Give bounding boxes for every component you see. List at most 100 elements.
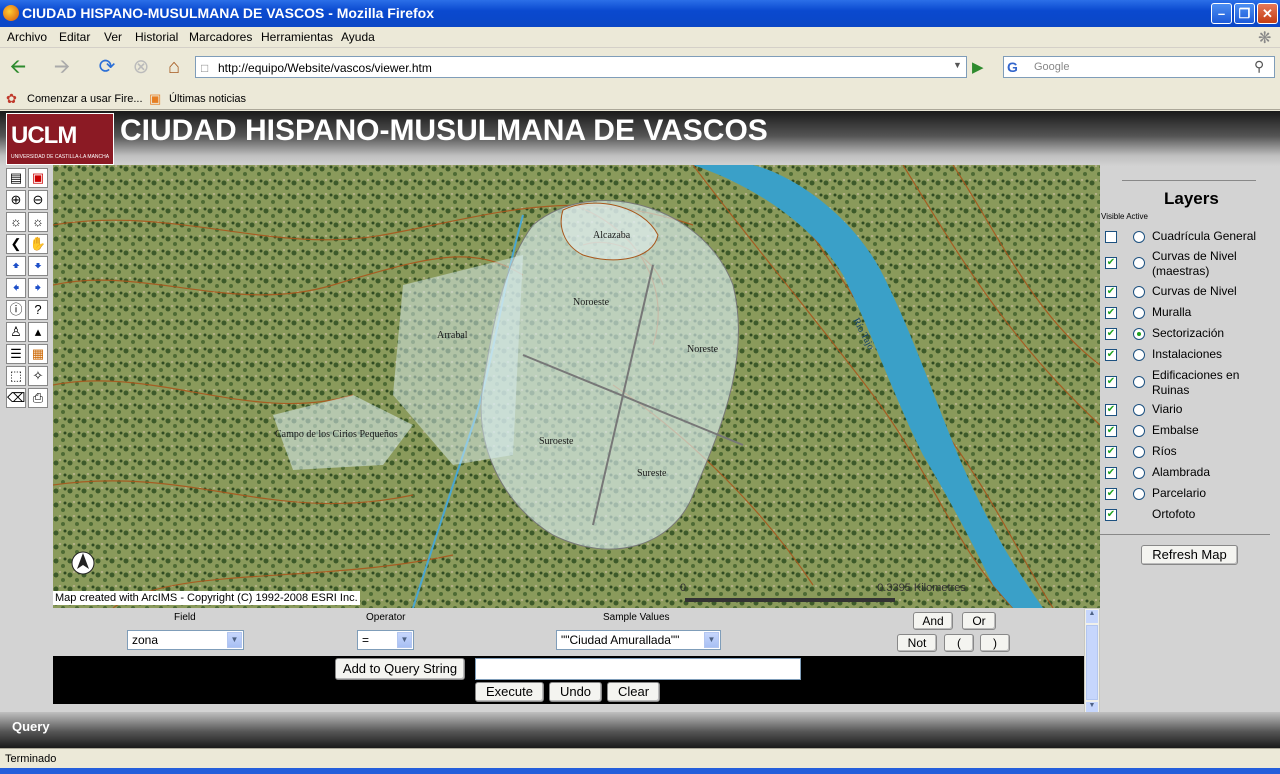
clear-selection-icon[interactable]: ⌫: [6, 388, 26, 408]
select-shape-icon[interactable]: ✧: [28, 366, 48, 386]
layer-active-radio[interactable]: [1133, 257, 1145, 269]
layer-name: Muralla: [1152, 305, 1192, 319]
forward-icon[interactable]: 🡪: [50, 56, 74, 80]
and-button[interactable]: And: [913, 612, 953, 630]
menu-herramientas[interactable]: Herramientas: [261, 30, 333, 44]
layer-visible-checkbox[interactable]: ✔: [1105, 446, 1117, 458]
bookmark-latest-news[interactable]: Últimas noticias: [169, 93, 246, 105]
zoom-active-layer-icon[interactable]: ☼: [28, 212, 48, 232]
buffer-icon[interactable]: ▦: [28, 344, 48, 364]
pan-hand-icon[interactable]: ✋: [28, 234, 48, 254]
menu-archivo[interactable]: Archivo: [7, 30, 47, 44]
layer-active-radio[interactable]: [1133, 488, 1145, 500]
url-dropdown-icon[interactable]: ▼: [953, 60, 962, 70]
url-bar[interactable]: □ http://equipo/Website/vascos/viewer.ht…: [195, 56, 967, 78]
search-icon[interactable]: ⚲: [1254, 58, 1264, 75]
pan-west-icon[interactable]: 🠸: [6, 278, 26, 298]
layer-name: Embalse: [1152, 423, 1199, 437]
layer-active-radio[interactable]: [1133, 231, 1145, 243]
map-label-arrabal: Arrabal: [437, 330, 468, 341]
query-string-input[interactable]: [475, 658, 801, 680]
layer-name: Edificaciones en Ruinas: [1152, 368, 1240, 397]
layer-visible-checkbox[interactable]: [1105, 231, 1117, 243]
close-paren-button[interactable]: ): [980, 634, 1010, 652]
chevron-down-icon: ▼: [704, 632, 719, 648]
layer-visible-checkbox[interactable]: ✔: [1105, 286, 1117, 298]
query-icon[interactable]: ?: [28, 300, 48, 320]
not-button[interactable]: Not: [897, 634, 937, 652]
pan-east-icon[interactable]: 🠺: [28, 278, 48, 298]
maximize-button[interactable]: ❐: [1234, 3, 1255, 24]
layer-visible-checkbox[interactable]: ✔: [1105, 257, 1117, 269]
refresh-map-button[interactable]: Refresh Map: [1141, 545, 1238, 565]
layer-active-radio[interactable]: [1133, 286, 1145, 298]
layer-visible-checkbox[interactable]: ✔: [1105, 467, 1117, 479]
sample-values-select[interactable]: ""Ciudad Amurallada"" ▼: [556, 630, 721, 650]
layer-active-radio[interactable]: [1133, 404, 1145, 416]
full-extent-icon[interactable]: ☼: [6, 212, 26, 232]
layer-visible-checkbox[interactable]: ✔: [1105, 488, 1117, 500]
search-box[interactable]: G Google ⚲: [1003, 56, 1275, 78]
back-icon[interactable]: 🡨: [6, 56, 30, 80]
identify-icon[interactable]: ⓘ: [6, 300, 26, 320]
map-toolbar: ▤ ▣ ⊕ ⊖ ☼ ☼ ❮ ✋ 🠹 🠻 🠸 🠺 ⓘ ? ♙ ▴ ☰ ▦ ⬚ ✧ …: [4, 166, 49, 408]
home-icon[interactable]: ⌂: [162, 56, 186, 80]
execute-button[interactable]: Execute: [475, 682, 544, 702]
field-select[interactable]: zona ▼: [127, 630, 244, 650]
pan-north-icon[interactable]: 🠹: [6, 256, 26, 276]
undo-button[interactable]: Undo: [549, 682, 602, 702]
zoom-last-icon[interactable]: ❮: [6, 234, 26, 254]
layer-active-radio[interactable]: [1133, 349, 1145, 361]
layer-visible-checkbox[interactable]: ✔: [1105, 509, 1117, 521]
zoom-out-icon[interactable]: ⊖: [28, 190, 48, 210]
menu-marcadores[interactable]: Marcadores: [189, 30, 252, 44]
layer-active-radio[interactable]: [1133, 446, 1145, 458]
stop-icon[interactable]: ⊗: [129, 56, 153, 80]
map-label-alcazaba: Alcazaba: [593, 230, 631, 241]
layer-visible-checkbox[interactable]: ✔: [1105, 328, 1117, 340]
layer-active-radio[interactable]: [1133, 307, 1145, 319]
scroll-up-icon[interactable]: ▲: [1086, 610, 1098, 623]
add-to-query-button[interactable]: Add to Query String: [335, 658, 465, 680]
or-button[interactable]: Or: [962, 612, 996, 630]
google-icon[interactable]: G: [1007, 59, 1018, 75]
zoom-in-icon[interactable]: ⊕: [6, 190, 26, 210]
measure-icon[interactable]: ▴: [28, 322, 48, 342]
close-button[interactable]: ✕: [1257, 3, 1278, 24]
layer-visible-checkbox[interactable]: ✔: [1105, 404, 1117, 416]
map-view[interactable]: Alcazaba Noroeste Arrabal Noreste Campo …: [53, 165, 1100, 608]
toggle-toc-icon[interactable]: ▤: [6, 168, 26, 188]
bookmark-getting-started[interactable]: Comenzar a usar Fire...: [27, 93, 143, 105]
layer-visible-checkbox[interactable]: ✔: [1105, 425, 1117, 437]
layer-visible-checkbox[interactable]: ✔: [1105, 376, 1117, 388]
operator-select[interactable]: = ▼: [357, 630, 414, 650]
menu-ayuda[interactable]: Ayuda: [341, 30, 375, 44]
set-units-icon[interactable]: ☰: [6, 344, 26, 364]
scale-zero: 0: [680, 582, 687, 594]
layer-active-radio[interactable]: [1133, 376, 1145, 388]
sample-values-label: Sample Values: [603, 612, 670, 623]
open-paren-button[interactable]: (: [944, 634, 974, 652]
select-rectangle-icon[interactable]: ⬚: [6, 366, 26, 386]
clear-button[interactable]: Clear: [607, 682, 660, 702]
menu-historial[interactable]: Historial: [135, 30, 178, 44]
query-scrollbar[interactable]: ▲ ▼: [1084, 608, 1100, 717]
scrollbar-thumb[interactable]: [1086, 625, 1098, 700]
find-binoculars-icon[interactable]: ♙: [6, 322, 26, 342]
pan-south-icon[interactable]: 🠻: [28, 256, 48, 276]
layer-active-radio[interactable]: [1133, 328, 1145, 340]
menu-editar[interactable]: Editar: [59, 30, 90, 44]
rss-icon: ▣: [149, 91, 162, 106]
reload-icon[interactable]: ⟳: [95, 56, 119, 80]
print-icon[interactable]: ⎙: [28, 388, 48, 408]
go-icon[interactable]: ▶: [972, 58, 984, 76]
layer-active-radio[interactable]: [1133, 425, 1145, 437]
layer-visible-checkbox[interactable]: ✔: [1105, 349, 1117, 361]
toggle-overview-icon[interactable]: ▣: [28, 168, 48, 188]
menu-ver[interactable]: Ver: [104, 30, 122, 44]
minimize-button[interactable]: –: [1211, 3, 1232, 24]
scale-label: 0.3395 Kilometres: [877, 582, 966, 594]
taskbar: [0, 768, 1280, 774]
layer-active-radio[interactable]: [1133, 467, 1145, 479]
layer-visible-checkbox[interactable]: ✔: [1105, 307, 1117, 319]
